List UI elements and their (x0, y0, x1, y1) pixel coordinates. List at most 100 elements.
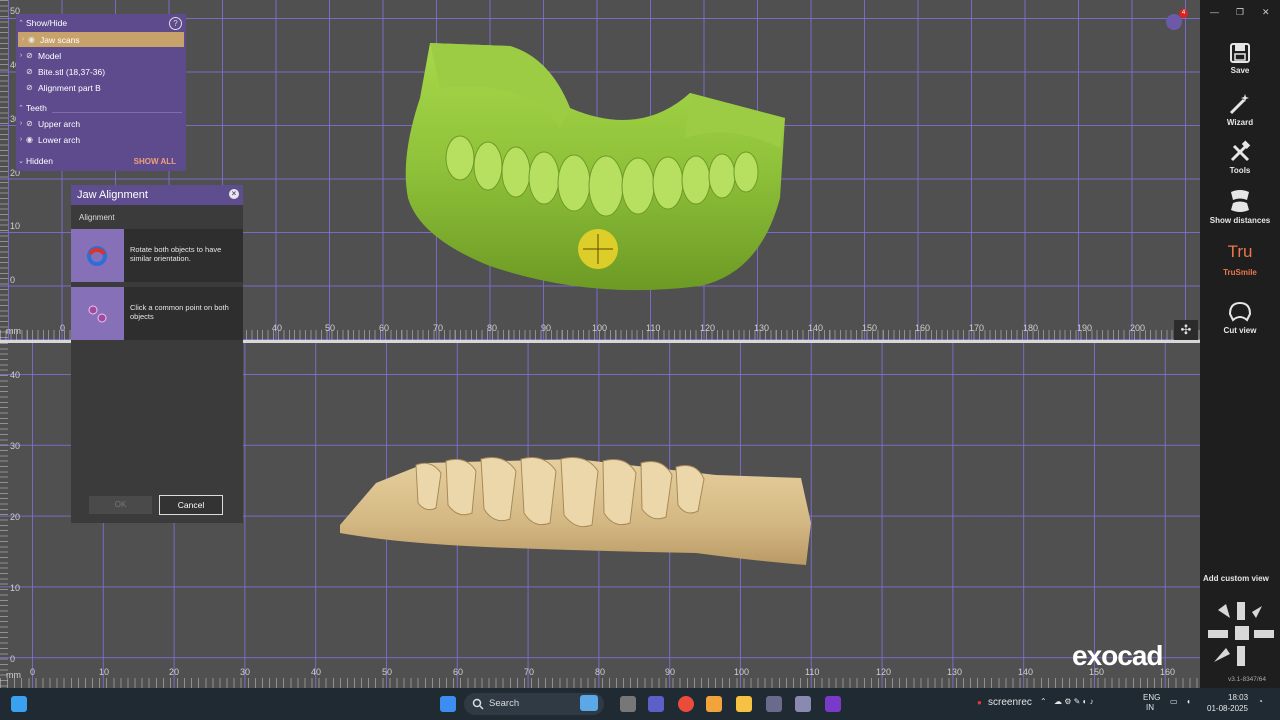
show-all-button[interactable]: SHOW ALL (134, 157, 176, 166)
chevron-right-icon[interactable]: › (16, 120, 26, 127)
trusmile-icon: Tru (1227, 242, 1253, 261)
tools-button[interactable]: Tools (1200, 140, 1280, 175)
x-tick: 100 (734, 667, 750, 677)
teams-icon[interactable] (648, 696, 664, 712)
sublime-icon[interactable] (706, 696, 722, 712)
y-tick: 20 (10, 512, 21, 522)
screenrec-label[interactable]: screenrec (988, 697, 1032, 708)
show-hide-panel: ⌃ Show/Hide ? › ◉ Jaw scans › ⊘ Model ⊘ … (16, 14, 186, 171)
vertical-ruler (0, 343, 8, 688)
lower-jaw-model[interactable] (336, 453, 816, 573)
x-tick: 40 (311, 667, 322, 677)
widget-icon[interactable] (580, 695, 598, 711)
x-tick: 100 (592, 323, 608, 333)
x-tick: 50 (325, 323, 336, 333)
tree-item-lower-arch[interactable]: › ◉ Lower arch (16, 132, 186, 147)
eye-icon[interactable]: ◉ (26, 135, 38, 144)
y-tick: 30 (10, 441, 21, 451)
x-tick: 30 (240, 667, 251, 677)
step-rotate[interactable]: Rotate both objects to have similar orie… (71, 229, 243, 282)
eye-icon[interactable]: ◉ (28, 35, 40, 44)
show-distances-button[interactable]: Show distances (1200, 188, 1280, 225)
notification-badge: 4 (1179, 9, 1188, 18)
chevron-right-icon[interactable]: › (16, 52, 26, 59)
app-icon[interactable] (825, 696, 841, 712)
trusmile-button[interactable]: Tru TruSmile (1200, 242, 1280, 277)
task-view-icon[interactable] (620, 696, 636, 712)
save-button[interactable]: Save (1200, 42, 1280, 75)
common-point-icon (71, 287, 124, 340)
help-icon[interactable]: ? (169, 17, 182, 30)
clock-time[interactable]: 18:03 (1228, 693, 1248, 702)
start-icon[interactable] (440, 696, 456, 712)
x-tick: 160 (915, 323, 931, 333)
y-tick: 10 (10, 583, 21, 593)
volume-icon[interactable]: ◖ (1186, 697, 1191, 706)
save-label: Save (1230, 66, 1250, 75)
file-explorer-icon[interactable] (736, 696, 752, 712)
windows-desktop-icon[interactable] (11, 696, 27, 712)
teeth-header[interactable]: ⌃ Teeth (16, 100, 186, 115)
dialog-section-label: Alignment (79, 213, 115, 222)
tree-item-upper-arch[interactable]: › ⊘ Upper arch (16, 116, 186, 131)
exocad-taskbar-icon[interactable] (766, 696, 782, 712)
chrome-icon[interactable] (678, 696, 694, 712)
ok-button[interactable]: OK (89, 496, 152, 514)
dialog-title: Jaw Alignment (77, 189, 148, 201)
restore-icon[interactable]: ❐ (1236, 7, 1244, 18)
teeth-header-label: Teeth (26, 102, 47, 113)
add-custom-view-button[interactable]: Add custom view (1203, 574, 1269, 583)
x-tick: 60 (453, 667, 464, 677)
x-tick: 40 (272, 323, 283, 333)
rotate-objects-icon (71, 229, 124, 282)
eye-off-icon[interactable]: ⊘ (26, 51, 38, 60)
language-label[interactable]: ENG (1143, 693, 1160, 702)
unit-label: mm (6, 670, 21, 680)
notification-center-icon[interactable]: ◔ (1258, 697, 1263, 706)
taskbar: Search ● screenrec ⌃ ☁ ⚙ ✎ ◐ ♪ ENG IN ▭ … (0, 688, 1280, 720)
search-icon (472, 698, 484, 710)
chevron-down-icon: ⌄ (18, 157, 24, 165)
tree-item-alignment-part-b[interactable]: ⊘ Alignment part B (16, 80, 186, 95)
view-navigator-icon[interactable] (1206, 600, 1276, 670)
eye-off-icon[interactable]: ⊘ (26, 67, 38, 76)
network-icon[interactable]: ▭ (1170, 697, 1178, 706)
hidden-label: Hidden (26, 155, 53, 166)
x-tick: 130 (754, 323, 770, 333)
upper-jaw-model[interactable] (400, 38, 800, 293)
x-tick: 170 (969, 323, 985, 333)
eye-off-icon[interactable]: ⊘ (26, 119, 38, 128)
step-text: Rotate both objects to have similar orie… (130, 245, 222, 263)
tree-item-bite[interactable]: ⊘ Bite.stl (18,37-36) (16, 64, 186, 79)
clock-date[interactable]: 01-08-2025 (1207, 704, 1248, 713)
tree-item-label: Alignment part B (38, 82, 101, 93)
step-common-point[interactable]: Click a common point on both objects (71, 287, 243, 340)
tray-icons[interactable]: ☁ ⚙ ✎ ◐ ♪ (1054, 697, 1094, 706)
dialog-titlebar[interactable]: Jaw Alignment × (71, 185, 243, 205)
tree-item-model[interactable]: › ⊘ Model (16, 48, 186, 63)
trusmile-label: TruSmile (1223, 268, 1257, 277)
show-distances-label: Show distances (1209, 216, 1271, 225)
minimize-icon[interactable]: — (1210, 7, 1219, 17)
x-tick: 80 (595, 667, 606, 677)
eye-off-icon[interactable]: ⊘ (26, 83, 38, 92)
chevron-right-icon[interactable]: › (18, 36, 28, 43)
chevron-right-icon[interactable]: › (16, 136, 26, 143)
close-window-icon[interactable]: ✕ (1262, 7, 1270, 18)
exocad-active-taskbar-icon[interactable] (795, 696, 811, 712)
tray-chevron-icon[interactable]: ⌃ (1040, 697, 1047, 706)
close-icon[interactable]: × (229, 189, 239, 199)
wizard-button[interactable]: Wizard (1200, 92, 1280, 127)
x-tick: 130 (947, 667, 963, 677)
x-tick: 90 (665, 667, 676, 677)
cancel-button[interactable]: Cancel (159, 495, 223, 515)
tree-item-label: Lower arch (38, 134, 81, 145)
cut-view-button[interactable]: Cut view (1200, 300, 1280, 335)
right-sidebar: — ❐ ✕ Save Wizard Tools Show distances T… (1200, 0, 1280, 688)
x-tick: 120 (876, 667, 892, 677)
x-tick: 110 (646, 323, 661, 333)
tree-item-jaw-scans[interactable]: › ◉ Jaw scans (18, 32, 184, 47)
region-label: IN (1146, 703, 1154, 712)
show-hide-header[interactable]: ⌃ Show/Hide (16, 15, 186, 30)
fit-view-icon[interactable]: ✣ (1174, 320, 1198, 340)
